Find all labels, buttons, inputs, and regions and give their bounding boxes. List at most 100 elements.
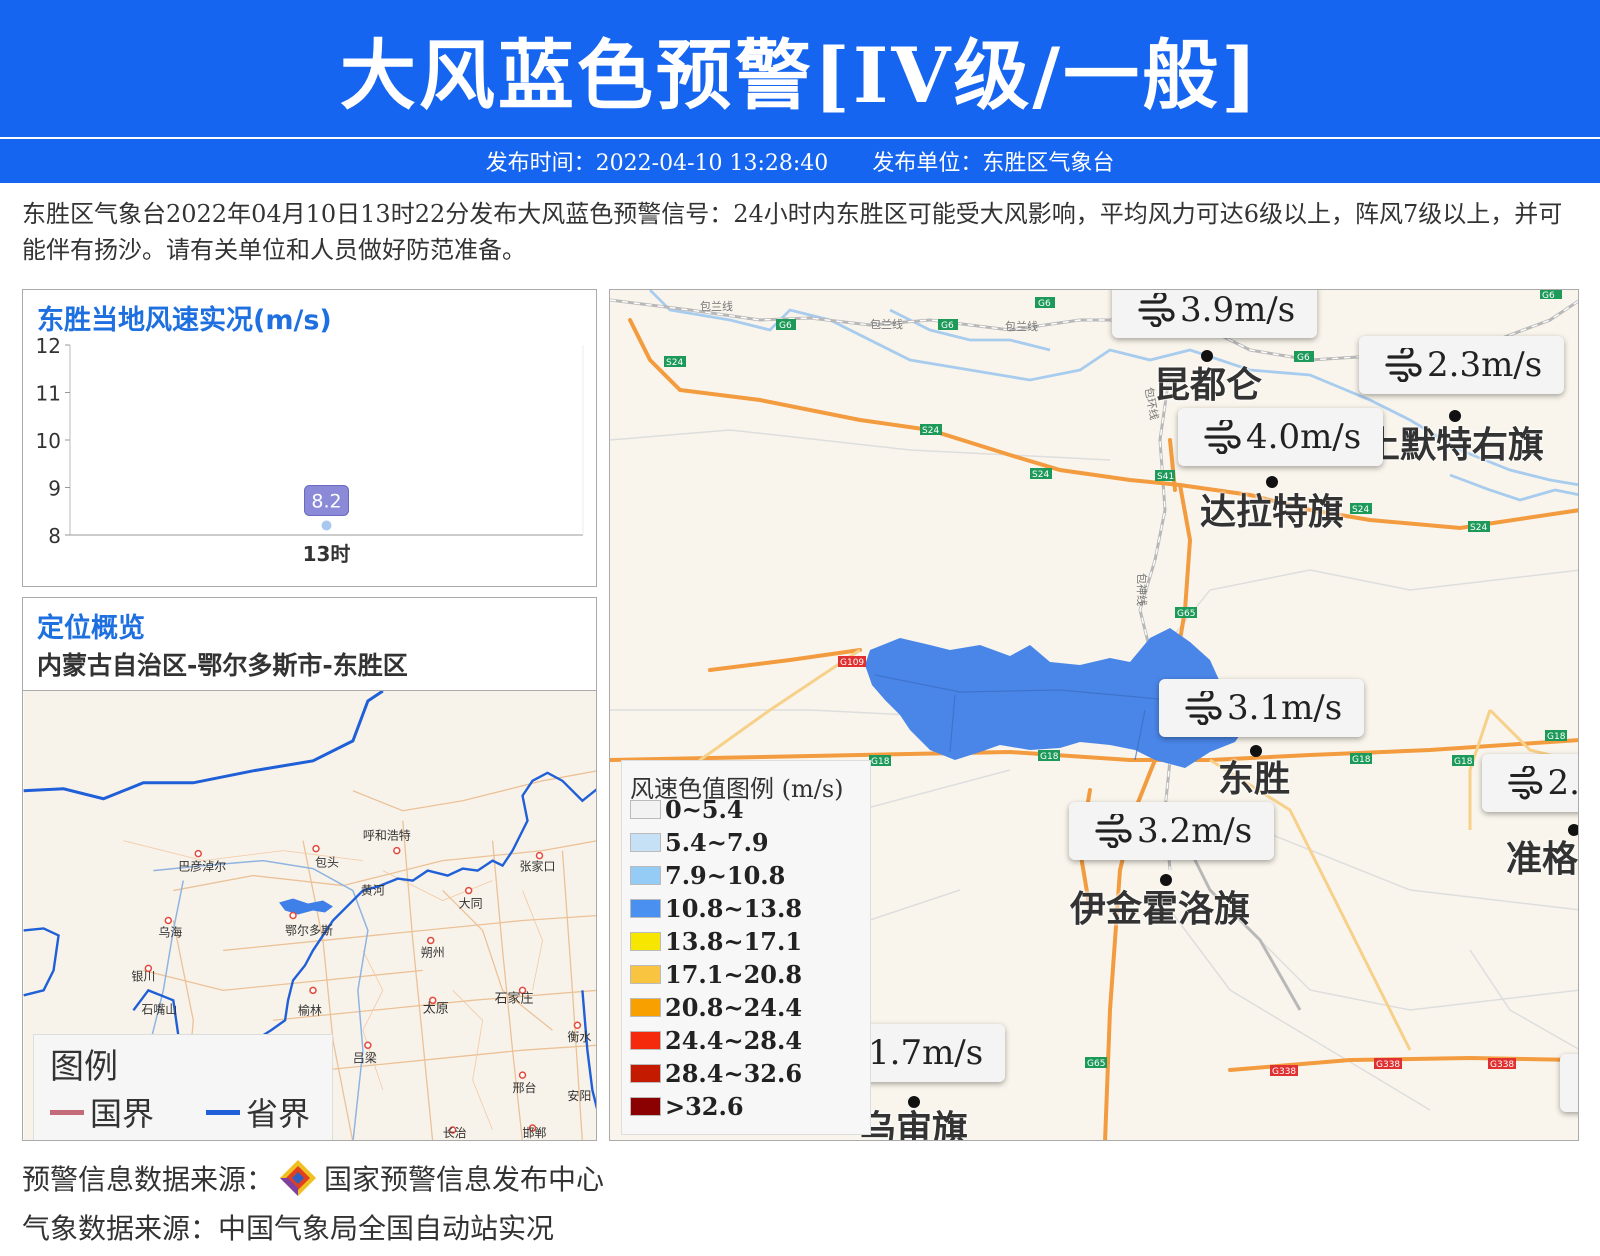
province-border-swatch [206,1109,240,1115]
scale-label: 13.8~17.1 [665,927,803,956]
scale-label: 28.4~32.6 [665,1059,803,1088]
scale-legend-item: 13.8~17.1 [630,927,802,956]
station-speed-box[interactable]: 3.1m/s [1159,679,1365,737]
scale-legend-item: 0~5.4 [630,795,744,824]
city-label: 包头 [315,856,339,870]
station-speed: 2. [1547,763,1579,803]
city-label: 巴彦淖尔 [178,859,226,874]
y-tick-label: 11 [36,382,61,406]
road-shield: S24 [922,426,939,436]
y-tick-label: 10 [36,429,61,453]
warning-title: 大风蓝色预警[IV级/一般] [339,30,1261,120]
road-shield: G18 [1454,757,1473,767]
scale-swatch [630,800,661,819]
railway-label: 包兰线 [700,299,733,313]
scale-label: 20.8~24.4 [665,993,803,1022]
city-label: 张家口 [520,859,556,874]
station-speed-box[interactable]: 2. [1482,754,1579,812]
wind-icon [1138,293,1175,327]
city-label: 安阳 [567,1088,591,1103]
scale-swatch [630,932,661,951]
warning-description: 东胜区气象台2022年04月10日13时22分发布大风蓝色预警信号：24小时内东… [22,200,1563,264]
scale-legend-item: 17.1~20.8 [630,960,802,989]
station-speed: 2.3m/s [1427,345,1543,385]
location-path: 内蒙古自治区-鄂尔多斯市-东胜区 [37,651,408,680]
wind-icon [1095,814,1132,848]
station-speed: 3.2m/s [1137,811,1253,851]
station-speed-box-partial[interactable] [1560,1054,1578,1112]
railway-label: 包兰线 [870,317,903,331]
wind-scale-legend: 风速色值图例 (m/s) 0~5.4 5.4~7.9 7.9~10.8 10.8~13… [621,760,871,1135]
x-tick-label: 13时 [303,542,351,566]
road-shield: S24 [666,358,683,368]
scale-swatch [630,1064,661,1083]
station-speed-box[interactable]: 4.0m/s [1178,408,1384,466]
publish-info-bar: 发布时间：2022-04-10 13:28:40 发布单位：东胜区气象台 [0,139,1600,183]
warning-source-line: 预警信息数据来源： 国家预警信息发布中心 [22,1158,604,1198]
road-shield: S41 [1157,472,1174,482]
location-overview-panel: 定位概览 内蒙古自治区-鄂尔多斯市-东胜区 包头 呼和浩特 巴彦淖尔 乌海 鄂尔… [22,597,597,1141]
road-shield: S24 [1470,523,1487,533]
road-shield: G338 [1272,1067,1296,1077]
overview-legend: 图例 国界 省界 [33,1034,333,1140]
station-speed-box[interactable]: 3.2m/s [1069,802,1275,860]
road-shield: G338 [1490,1060,1514,1070]
data-label: 8.2 [311,491,341,513]
city-label: 长治 [443,1126,467,1140]
city-label-wushen: 乌审旗 [860,1109,969,1141]
wind-icon [1508,766,1543,800]
scale-legend-item: >32.6 [630,1092,744,1121]
city-label: 邯郸 [523,1125,547,1140]
publish-time: 发布时间：2022-04-10 13:28:40 [485,151,829,176]
scale-swatch [630,899,661,918]
road-shield: S24 [1352,505,1369,515]
legend-label: 国界 [90,1095,155,1133]
city-label: 吕梁 [353,1050,377,1065]
scale-swatch [630,965,661,984]
legend-label: 省界 [246,1095,311,1133]
railway-label: 包神线 [1135,573,1149,606]
station-speed: 3.1m/s [1227,688,1343,728]
station-speed: 4.0m/s [1246,417,1362,457]
city-label-kundulun: 昆都仑 [1154,365,1263,406]
city-label: 朔州 [421,944,445,959]
wind-icon [1385,348,1422,382]
city-label: 石嘴山 [141,1002,177,1016]
wind-warning-map-panel: G6 G6 G6 G6 S24 S24 S24 S41 S24 S24 G65 … [609,289,1579,1141]
city-label: 银川 [131,969,155,983]
road-shield: G6 [1542,291,1555,301]
station-speed: 1.7m/s [868,1033,984,1073]
weather-source-line: 气象数据来源：中国气象局全国自动站实况 [22,1207,554,1247]
road-shield: S24 [1032,470,1049,480]
city-label-dongsheng: 东胜 [1218,759,1291,800]
scale-label: 24.4~28.4 [665,1026,803,1055]
city-label-zhunge: 准格 [1506,839,1579,880]
road-shield: G6 [1038,299,1051,309]
weather-source: 气象数据来源：中国气象局全国自动站实况 [22,1212,555,1245]
scale-legend-item: 28.4~32.6 [630,1059,802,1088]
y-tick-label: 8 [48,524,61,548]
city-label: 乌海 [158,924,182,939]
road-shield: G65 [1177,609,1195,619]
road-shield: G6 [779,321,792,331]
scale-swatch [630,1097,661,1116]
city-label: 大同 [459,897,483,911]
scale-legend-item: 24.4~28.4 [630,1026,802,1055]
station-speed-box[interactable]: 2.3m/s [1359,336,1565,394]
station-speed-box[interactable]: 3.9m/s [1112,290,1318,338]
road-shield: G65 [1087,1059,1105,1069]
road-shield: G18 [1547,732,1566,742]
city-label: 榆林 [298,1002,322,1017]
city-label: 石家庄 [495,990,534,1006]
road-shield: G6 [941,321,954,331]
publisher: 发布单位：东胜区气象台 [872,151,1115,176]
scale-label: 5.4~7.9 [665,828,769,857]
national-border-swatch [50,1109,84,1115]
scale-legend-item: 7.9~10.8 [630,861,785,890]
city-label: 鄂尔多斯 [285,922,333,937]
scale-legend-item: 20.8~24.4 [630,993,802,1022]
scale-legend-item: 5.4~7.9 [630,828,769,857]
overview-legend-title: 图例 [50,1047,118,1087]
road-shield: G18 [1352,755,1371,765]
scale-label: 7.9~10.8 [665,861,786,890]
